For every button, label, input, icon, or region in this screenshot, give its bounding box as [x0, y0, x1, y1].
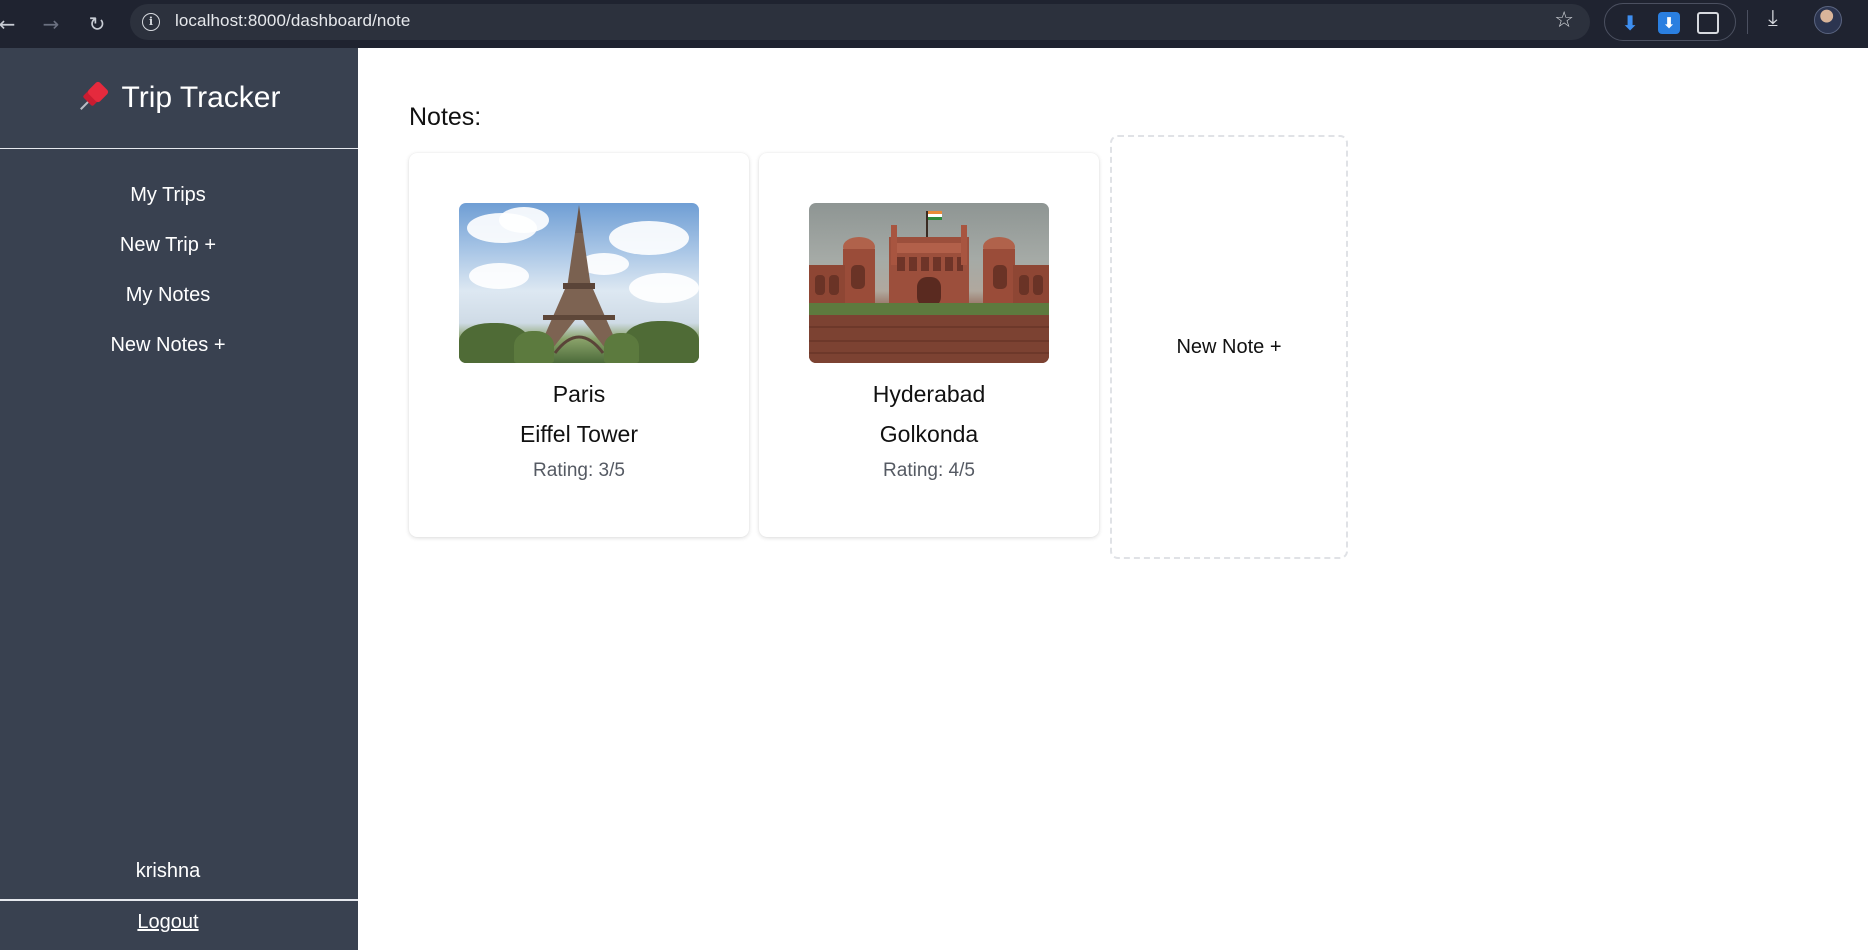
- sidebar-item-my-trips[interactable]: My Trips: [0, 170, 358, 220]
- user-name: krishna: [135, 860, 201, 882]
- download-extension-icon[interactable]: ⬇: [1658, 12, 1680, 34]
- page-title: Notes:: [409, 103, 482, 131]
- note-card[interactable]: Paris Eiffel Tower Rating: 3/5: [409, 153, 749, 537]
- new-note-card[interactable]: New Note +: [1110, 135, 1348, 559]
- url-text[interactable]: localhost:8000/dashboard/note: [175, 11, 410, 31]
- extensions-icon[interactable]: [1697, 12, 1719, 34]
- note-place: Eiffel Tower: [519, 421, 639, 447]
- note-city: Paris: [552, 381, 606, 407]
- brand-title: Trip Tracker: [121, 81, 281, 114]
- star-icon[interactable]: ☆: [1554, 8, 1574, 33]
- divider: [0, 899, 358, 901]
- download-extension-icon[interactable]: ⬇: [1619, 12, 1641, 34]
- forward-icon[interactable]: →: [36, 9, 66, 39]
- back-icon[interactable]: ←: [0, 9, 22, 39]
- sidebar-item-my-notes[interactable]: My Notes: [0, 270, 358, 320]
- browser-toolbar: ← → ↻ i localhost:8000/dashboard/note ☆ …: [0, 0, 1868, 48]
- note-place: Golkonda: [879, 421, 979, 447]
- sidebar-item-new-trip[interactable]: New Trip +: [0, 220, 358, 270]
- sidebar-nav: My Trips New Trip + My Notes New Notes +: [0, 170, 358, 370]
- note-card[interactable]: Hyderabad Golkonda Rating: 4/5: [759, 153, 1099, 537]
- note-rating: Rating: 3/5: [533, 460, 625, 481]
- red-fort-photo: [809, 203, 1049, 363]
- logout-link[interactable]: Logout: [0, 911, 358, 934]
- downloads-icon[interactable]: ⤓: [1768, 6, 1778, 31]
- info-icon[interactable]: i: [142, 13, 160, 31]
- new-note-label: New Note +: [1176, 335, 1282, 358]
- brand-header: Trip Tracker: [0, 48, 358, 149]
- address-bar[interactable]: i localhost:8000/dashboard/note ☆: [130, 4, 1590, 40]
- main-content: Notes: Paris Eiffel Tower Rating: 3/5 Hy…: [358, 48, 1868, 950]
- sidebar: Trip Tracker My Trips New Trip + My Note…: [0, 48, 358, 950]
- sidebar-item-new-notes[interactable]: New Notes +: [0, 320, 358, 370]
- toolbar-divider: [1747, 10, 1748, 34]
- note-city: Hyderabad: [872, 381, 986, 407]
- reload-icon[interactable]: ↻: [82, 9, 112, 39]
- note-rating: Rating: 4/5: [883, 460, 975, 481]
- eiffel-tower-photo: [459, 203, 699, 363]
- profile-avatar[interactable]: [1814, 6, 1842, 34]
- pushpin-icon: [78, 80, 110, 114]
- extensions-group: ⬇ ⬇: [1604, 3, 1736, 41]
